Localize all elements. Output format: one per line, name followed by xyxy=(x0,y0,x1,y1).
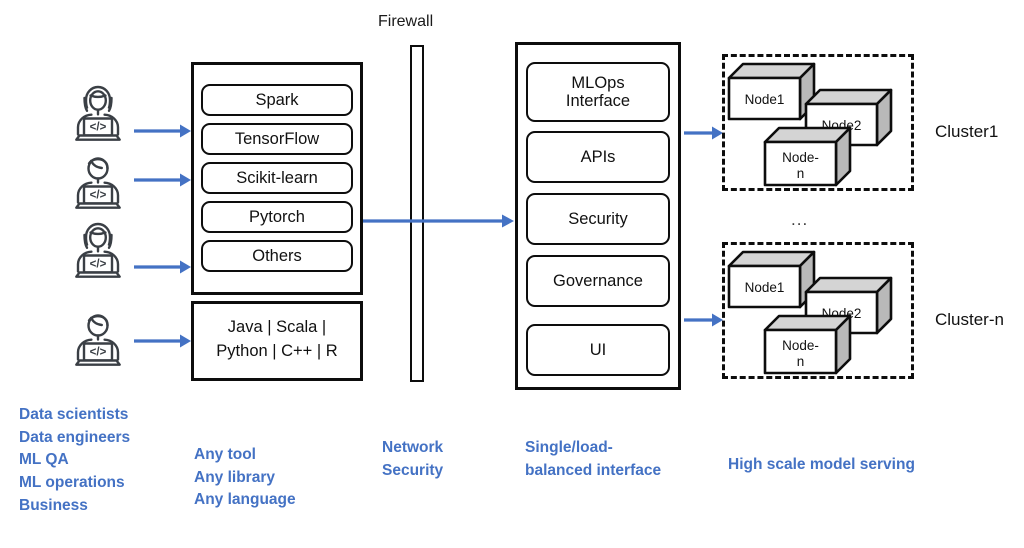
platform-layer-security[interactable]: Security xyxy=(526,193,670,245)
arrow-tools-to-platform xyxy=(363,212,515,230)
node-label-line1: Node- xyxy=(782,338,819,353)
tool-label: Pytorch xyxy=(249,207,305,226)
persona-icon-data-scientist: </> xyxy=(62,76,134,148)
tool-label: Others xyxy=(252,246,302,265)
tool-pill-tensorflow[interactable]: TensorFlow xyxy=(201,123,353,155)
caption-firewall: Network Security xyxy=(382,439,444,479)
platform-layer-label: APIs xyxy=(580,147,616,166)
svg-text:</>: </> xyxy=(90,259,107,271)
caption-personas: Data scientists Data engineers ML QA ML … xyxy=(19,406,131,514)
arrow-persona-to-tools-2 xyxy=(134,171,192,189)
svg-text:</>: </> xyxy=(90,122,107,134)
firewall-title: Firewall xyxy=(378,13,434,30)
tool-pill-others[interactable]: Others xyxy=(201,240,353,272)
arrow-platform-to-cluster-1 xyxy=(684,124,724,142)
cluster-separator-ellipsis: ... xyxy=(791,210,809,229)
tool-pill-spark[interactable]: Spark xyxy=(201,84,353,116)
svg-text:</>: </> xyxy=(90,190,107,202)
node-label-line2: n xyxy=(797,166,805,181)
platform-layer-label-line1: MLOps xyxy=(571,73,625,92)
cluster-1-node-n: Node- n xyxy=(763,126,852,188)
cluster-label-1: Cluster1 xyxy=(935,122,999,141)
languages-line-1: Java | Scala | xyxy=(227,318,327,336)
node-label-line2: n xyxy=(797,354,805,369)
persona-icon-ml-operations: </> xyxy=(62,301,134,373)
tool-label: TensorFlow xyxy=(234,129,320,148)
cluster-1-node-1: Node1 xyxy=(727,62,816,122)
languages-line-2: Python | C++ | R xyxy=(216,342,338,360)
caption-platform: Single/load- balanced interface xyxy=(525,439,662,479)
cluster-n-node-1: Node1 xyxy=(727,250,816,310)
node-label-line1: Node- xyxy=(782,150,819,165)
platform-layer-ui[interactable]: UI xyxy=(526,324,670,376)
cluster-label-n: Cluster-n xyxy=(935,310,1004,329)
platform-layer-label: Security xyxy=(568,209,628,228)
platform-layer-label-line2: Interface xyxy=(565,92,631,110)
platform-layer-mlops-interface[interactable]: MLOps Interface xyxy=(526,62,670,122)
tool-label: Scikit-learn xyxy=(236,168,318,187)
svg-text:</>: </> xyxy=(90,347,107,359)
cluster-n-node-n: Node- n xyxy=(763,314,852,376)
languages-box xyxy=(191,301,363,381)
caption-clusters: High scale model serving xyxy=(728,456,915,473)
persona-icon-ml-qa: </> xyxy=(62,213,134,285)
arrow-persona-to-tools-4 xyxy=(134,332,192,350)
platform-layer-label: UI xyxy=(589,340,607,359)
node-label: Node1 xyxy=(745,280,785,295)
platform-layer-governance[interactable]: Governance xyxy=(526,255,670,307)
diagram-canvas: </> </> </> </> Spark TensorFlow Scikit-… xyxy=(0,0,1024,548)
platform-layer-label: Governance xyxy=(553,271,643,290)
arrow-persona-to-tools-3 xyxy=(134,258,192,276)
tool-pill-scikit-learn[interactable]: Scikit-learn xyxy=(201,162,353,194)
persona-icon-data-engineer: </> xyxy=(62,144,134,216)
tool-label: Spark xyxy=(255,90,299,109)
caption-tools: Any tool Any library Any language xyxy=(194,446,296,509)
platform-layer-apis[interactable]: APIs xyxy=(526,131,670,183)
tool-pill-pytorch[interactable]: Pytorch xyxy=(201,201,353,233)
node-label: Node1 xyxy=(745,92,785,107)
arrow-platform-to-cluster-n xyxy=(684,311,724,329)
arrow-persona-to-tools-1 xyxy=(134,122,192,140)
